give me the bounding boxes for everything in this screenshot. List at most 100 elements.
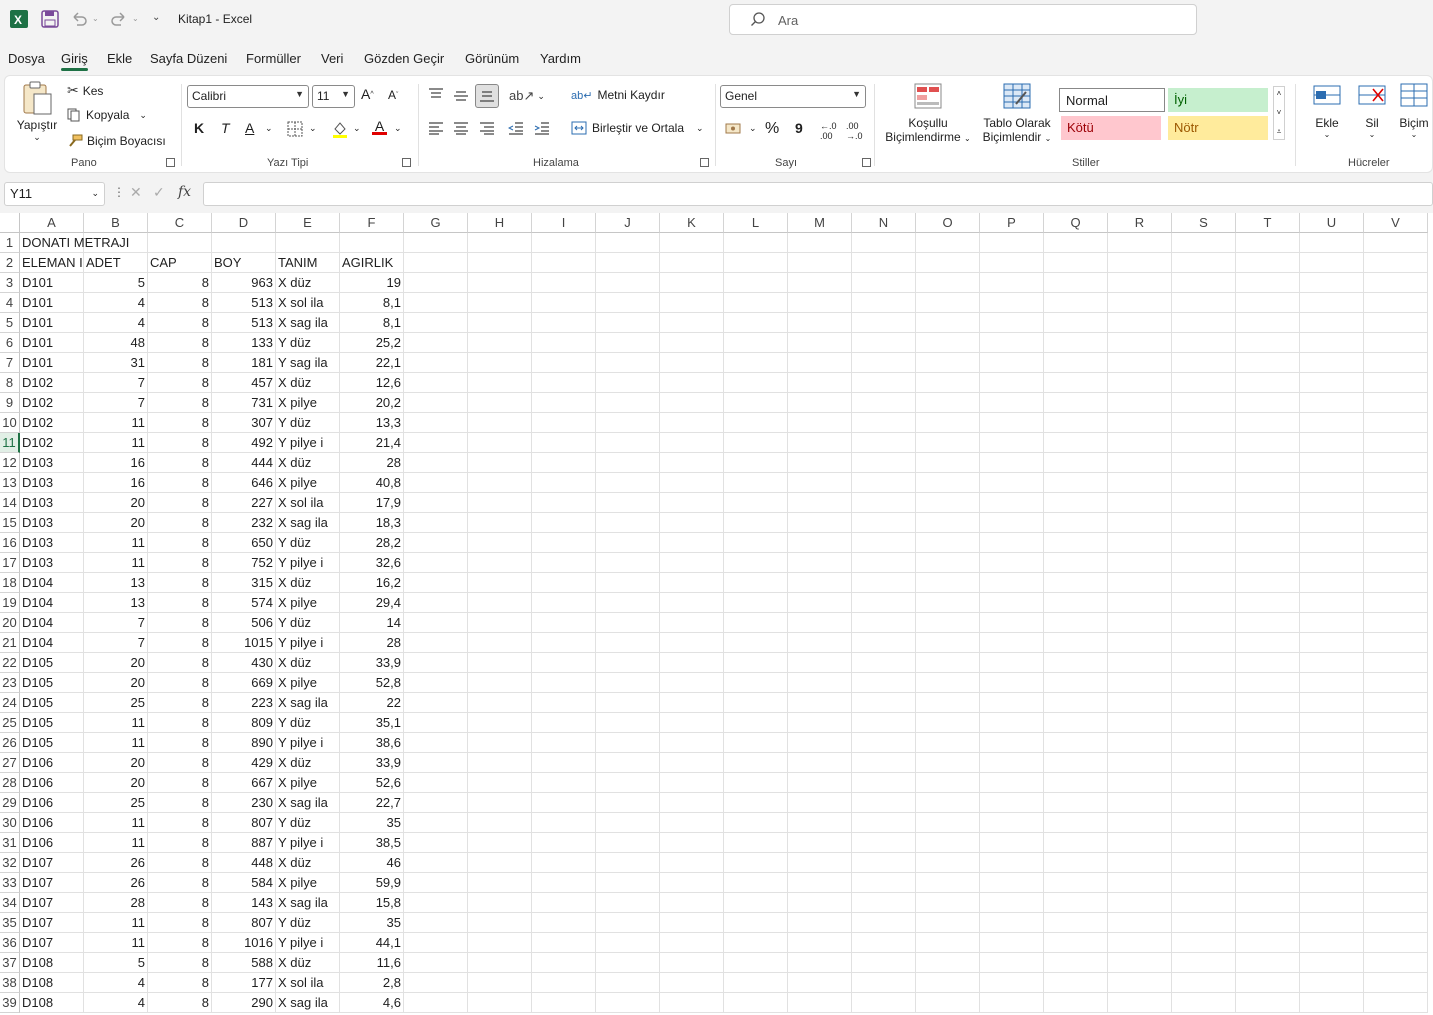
cell-r36[interactable] [1108,933,1172,953]
cell-p1[interactable] [980,233,1044,253]
cell-k2[interactable] [660,253,724,273]
cell-h29[interactable] [468,793,532,813]
cell-b22[interactable]: 20 [84,653,148,673]
cell-j7[interactable] [596,353,660,373]
cell-e21[interactable]: Y pilye i [276,633,340,653]
cell-u1[interactable] [1300,233,1364,253]
cell-p29[interactable] [980,793,1044,813]
cell-c35[interactable]: 8 [148,913,212,933]
cell-v39[interactable] [1364,993,1428,1013]
cell-v9[interactable] [1364,393,1428,413]
cell-i17[interactable] [532,553,596,573]
column-header-r[interactable]: R [1108,213,1172,233]
cell-n21[interactable] [852,633,916,653]
cell-b24[interactable]: 25 [84,693,148,713]
cell-s4[interactable] [1172,293,1236,313]
cell-u7[interactable] [1300,353,1364,373]
cell-c24[interactable]: 8 [148,693,212,713]
cell-b15[interactable]: 20 [84,513,148,533]
cell-b28[interactable]: 20 [84,773,148,793]
cell-c12[interactable]: 8 [148,453,212,473]
row-header[interactable]: 37 [0,953,20,973]
cell-c39[interactable]: 8 [148,993,212,1013]
cell-i36[interactable] [532,933,596,953]
cell-o11[interactable] [916,433,980,453]
cell-h22[interactable] [468,653,532,673]
cell-f33[interactable]: 59,9 [340,873,404,893]
cell-l12[interactable] [724,453,788,473]
cell-t39[interactable] [1236,993,1300,1013]
cell-p15[interactable] [980,513,1044,533]
alignment-launcher-icon[interactable] [700,158,709,167]
cell-n28[interactable] [852,773,916,793]
cell-r29[interactable] [1108,793,1172,813]
cell-p17[interactable] [980,553,1044,573]
cell-j8[interactable] [596,373,660,393]
cell-r33[interactable] [1108,873,1172,893]
cell-t23[interactable] [1236,673,1300,693]
cell-v30[interactable] [1364,813,1428,833]
cell-n20[interactable] [852,613,916,633]
cell-f29[interactable]: 22,7 [340,793,404,813]
cell-d15[interactable]: 232 [212,513,276,533]
cell-c36[interactable]: 8 [148,933,212,953]
cell-p2[interactable] [980,253,1044,273]
tab-veri[interactable]: Veri [321,51,343,66]
cell-c22[interactable]: 8 [148,653,212,673]
cell-l23[interactable] [724,673,788,693]
cell-g35[interactable] [404,913,468,933]
cell-k31[interactable] [660,833,724,853]
cell-r34[interactable] [1108,893,1172,913]
cell-q29[interactable] [1044,793,1108,813]
cell-o5[interactable] [916,313,980,333]
align-bottom-icon[interactable] [475,84,499,108]
cell-f9[interactable]: 20,2 [340,393,404,413]
row-header[interactable]: 10 [0,413,20,433]
cell-m28[interactable] [788,773,852,793]
cell-b21[interactable]: 7 [84,633,148,653]
cell-g37[interactable] [404,953,468,973]
cell-r13[interactable] [1108,473,1172,493]
cell-n7[interactable] [852,353,916,373]
cell-r16[interactable] [1108,533,1172,553]
cell-u8[interactable] [1300,373,1364,393]
cell-m26[interactable] [788,733,852,753]
row-header[interactable]: 14 [0,493,20,513]
cell-t8[interactable] [1236,373,1300,393]
cell-r3[interactable] [1108,273,1172,293]
cell-s21[interactable] [1172,633,1236,653]
cell-q3[interactable] [1044,273,1108,293]
style-bad[interactable]: Kötü [1061,116,1161,140]
cell-b27[interactable]: 20 [84,753,148,773]
cell-q36[interactable] [1044,933,1108,953]
cell-b30[interactable]: 11 [84,813,148,833]
cell-s5[interactable] [1172,313,1236,333]
borders-dropdown-icon[interactable]: ⌄ [309,123,317,134]
cell-t31[interactable] [1236,833,1300,853]
cell-u10[interactable] [1300,413,1364,433]
cell-e6[interactable]: Y düz [276,333,340,353]
cell-c10[interactable]: 8 [148,413,212,433]
cell-o34[interactable] [916,893,980,913]
cell-o35[interactable] [916,913,980,933]
row-header[interactable]: 12 [0,453,20,473]
cell-l38[interactable] [724,973,788,993]
cell-o31[interactable] [916,833,980,853]
wrap-text-button[interactable]: ab↵ Metni Kaydır [571,88,665,102]
cell-e37[interactable]: X düz [276,953,340,973]
cell-k14[interactable] [660,493,724,513]
cell-b10[interactable]: 11 [84,413,148,433]
cell-q27[interactable] [1044,753,1108,773]
cell-q25[interactable] [1044,713,1108,733]
cell-p31[interactable] [980,833,1044,853]
cell-e8[interactable]: X düz [276,373,340,393]
cell-v31[interactable] [1364,833,1428,853]
cell-l21[interactable] [724,633,788,653]
cell-p30[interactable] [980,813,1044,833]
row-header[interactable]: 30 [0,813,20,833]
cell-v10[interactable] [1364,413,1428,433]
cell-g10[interactable] [404,413,468,433]
cell-n10[interactable] [852,413,916,433]
cell-a9[interactable]: D102 [20,393,84,413]
cell-j30[interactable] [596,813,660,833]
